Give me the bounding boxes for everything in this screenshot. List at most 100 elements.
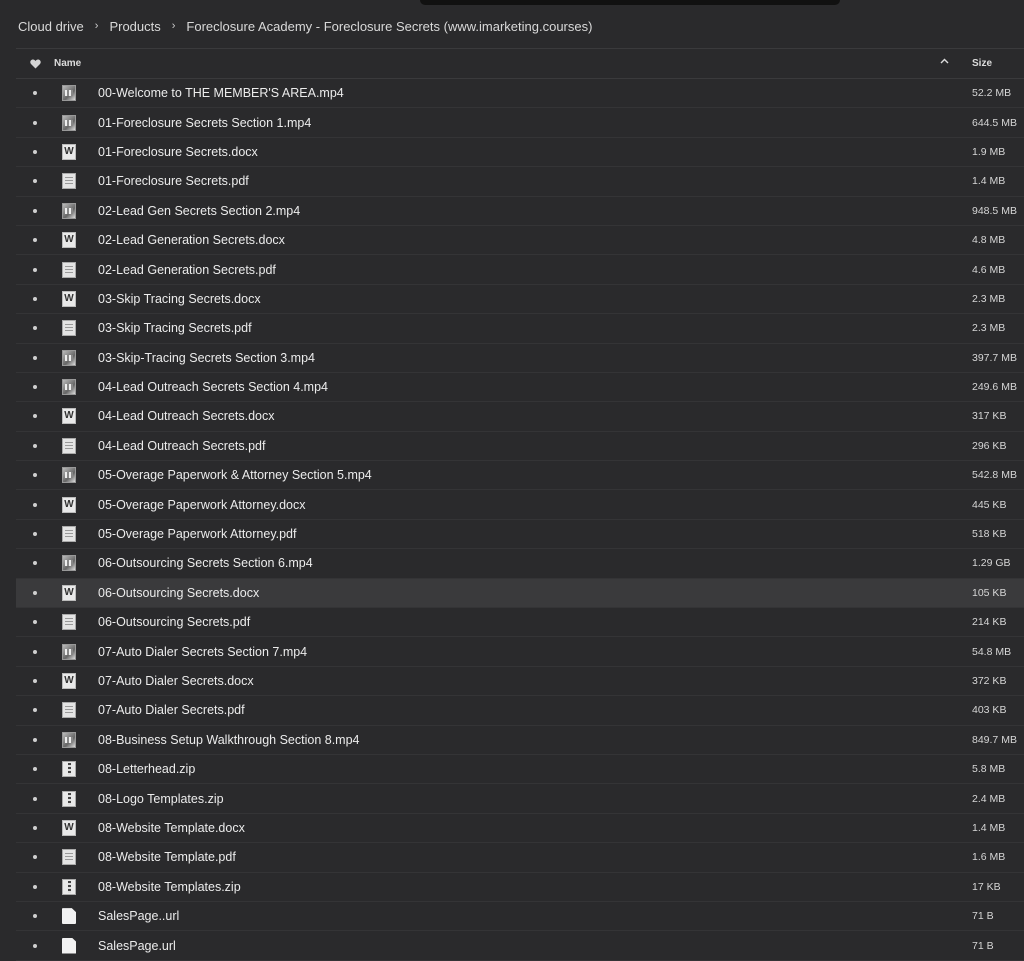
file-name[interactable]: SalesPage.url (84, 939, 972, 953)
file-name[interactable]: 04-Lead Outreach Secrets.pdf (84, 439, 972, 453)
favorite-toggle[interactable] (16, 590, 54, 595)
favorite-toggle[interactable] (16, 91, 54, 96)
name-column-header[interactable]: Name (54, 58, 972, 69)
favorite-toggle[interactable] (16, 385, 54, 390)
word-document-icon: W (62, 584, 76, 601)
file-row[interactable]: W 05-Overage Paperwork Attorney.docx 445 K… (16, 490, 1024, 520)
file-row[interactable]: 03-Skip-Tracing Secrets Section 3.mp4 397… (16, 344, 1024, 373)
favorite-toggle[interactable] (16, 238, 54, 243)
file-row[interactable]: 04-Lead Outreach Secrets Section 4.mp4 24… (16, 373, 1024, 403)
favorite-toggle[interactable] (16, 708, 54, 713)
file-name[interactable]: 04-Lead Outreach Secrets Section 4.mp4 (84, 380, 972, 394)
file-name[interactable]: 01-Foreclosure Secrets.docx (84, 145, 972, 159)
file-name[interactable]: 03-Skip-Tracing Secrets Section 3.mp4 (84, 351, 972, 365)
favorite-toggle[interactable] (16, 326, 54, 331)
file-name[interactable]: 02-Lead Generation Secrets.docx (84, 233, 972, 247)
file-name[interactable]: 03-Skip Tracing Secrets.pdf (84, 321, 972, 335)
favorite-toggle[interactable] (16, 208, 54, 213)
file-name[interactable]: 05-Overage Paperwork & Attorney Section … (84, 468, 972, 482)
file-name[interactable]: 08-Business Setup Walkthrough Section 8.… (84, 733, 972, 747)
file-name[interactable]: 00-Welcome to THE MEMBER'S AREA.mp4 (84, 86, 972, 100)
file-name[interactable]: 06-Outsourcing Secrets.pdf (84, 615, 972, 629)
file-row[interactable]: 00-Welcome to THE MEMBER'S AREA.mp4 52.2 … (16, 79, 1024, 109)
favorite-toggle[interactable] (16, 620, 54, 625)
favorite-toggle[interactable] (16, 914, 54, 919)
favorite-toggle[interactable] (16, 414, 54, 419)
favorite-toggle[interactable] (16, 679, 54, 683)
file-row[interactable]: 08-Website Templates.zip 17 KB (16, 873, 1024, 902)
file-row[interactable]: 07-Auto Dialer Secrets.pdf 403 KB (16, 696, 1024, 726)
file-row[interactable]: 03-Skip Tracing Secrets.pdf 2.3 MB (16, 314, 1024, 344)
favorite-toggle[interactable] (16, 796, 54, 801)
favorite-toggle[interactable] (16, 649, 54, 654)
sort-ascending-icon[interactable] (940, 58, 949, 64)
file-name[interactable]: 08-Website Template.pdf (84, 850, 972, 864)
file-name[interactable]: 02-Lead Generation Secrets.pdf (84, 263, 972, 277)
favorite-toggle[interactable] (16, 737, 54, 742)
file-name[interactable]: 08-Website Template.docx (84, 821, 972, 835)
file-name[interactable]: 05-Overage Paperwork Attorney.docx (84, 498, 972, 512)
favorite-toggle[interactable] (16, 943, 54, 948)
file-row[interactable]: W 08-Website Template.docx 1.4 MB (16, 814, 1024, 844)
file-name[interactable]: 08-Website Templates.zip (84, 880, 972, 894)
favorite-column-header[interactable] (16, 59, 54, 69)
breadcrumb-cloud-drive[interactable]: Cloud drive (18, 19, 84, 34)
breadcrumb-products[interactable]: Products (109, 19, 160, 34)
file-row[interactable]: 05-Overage Paperwork & Attorney Section … (16, 461, 1024, 491)
file-name[interactable]: 08-Letterhead.zip (84, 762, 972, 776)
file-name[interactable]: 06-Outsourcing Secrets.docx (84, 586, 972, 600)
favorite-toggle[interactable] (16, 179, 54, 184)
favorite-toggle[interactable] (16, 267, 54, 272)
file-name[interactable]: SalesPage..url (84, 909, 972, 923)
file-row[interactable]: 05-Overage Paperwork Attorney.pdf 518 KB (16, 520, 1024, 550)
file-name[interactable]: 01-Foreclosure Secrets.pdf (84, 174, 972, 188)
file-name[interactable]: 03-Skip Tracing Secrets.docx (84, 292, 972, 306)
favorite-toggle[interactable] (16, 120, 54, 125)
file-name[interactable]: 06-Outsourcing Secrets Section 6.mp4 (84, 556, 972, 570)
file-row[interactable]: 08-Logo Templates.zip 2.4 MB (16, 784, 1024, 814)
favorite-toggle[interactable] (16, 532, 54, 537)
file-name[interactable]: 02-Lead Gen Secrets Section 2.mp4 (84, 204, 972, 218)
favorite-toggle[interactable] (16, 561, 54, 566)
file-row[interactable]: 08-Business Setup Walkthrough Section 8.… (16, 726, 1024, 755)
file-name[interactable]: 05-Overage Paperwork Attorney.pdf (84, 527, 972, 541)
file-row[interactable]: SalesPage..url 71 B (16, 902, 1024, 932)
file-row[interactable]: 06-Outsourcing Secrets.pdf 214 KB (16, 608, 1024, 638)
file-name[interactable]: 07-Auto Dialer Secrets Section 7.mp4 (84, 645, 972, 659)
file-name[interactable]: 04-Lead Outreach Secrets.docx (84, 409, 972, 423)
file-row[interactable]: W 06-Outsourcing Secrets.docx 105 KB (16, 578, 1024, 609)
file-name[interactable]: 07-Auto Dialer Secrets.pdf (84, 703, 972, 717)
favorite-toggle[interactable] (16, 884, 54, 889)
file-row[interactable]: W 04-Lead Outreach Secrets.docx 317 KB (16, 402, 1024, 432)
file-row[interactable]: W 07-Auto Dialer Secrets.docx 372 KB (16, 667, 1024, 697)
file-name[interactable]: 08-Logo Templates.zip (84, 792, 972, 806)
file-name[interactable]: 07-Auto Dialer Secrets.docx (84, 674, 972, 688)
bullet-dot-icon (33, 91, 37, 96)
size-column-header[interactable]: Size (972, 58, 1024, 69)
file-row[interactable]: W 01-Foreclosure Secrets.docx 1.9 MB (16, 138, 1024, 168)
favorite-toggle[interactable] (16, 149, 54, 154)
favorite-toggle[interactable] (16, 825, 54, 830)
pdf-file-icon (62, 437, 76, 454)
favorite-toggle[interactable] (16, 355, 54, 360)
file-row[interactable]: 06-Outsourcing Secrets Section 6.mp4 1.29… (16, 549, 1024, 579)
favorite-toggle[interactable] (16, 855, 54, 860)
file-row[interactable]: 01-Foreclosure Secrets.pdf 1.4 MB (16, 167, 1024, 197)
file-row[interactable]: 08-Letterhead.zip 5.8 MB (16, 755, 1024, 785)
file-row[interactable]: 04-Lead Outreach Secrets.pdf 296 KB (16, 432, 1024, 462)
file-row[interactable]: W 03-Skip Tracing Secrets.docx 2.3 MB (16, 285, 1024, 315)
file-row[interactable]: 02-Lead Generation Secrets.pdf 4.6 MB (16, 255, 1024, 285)
file-row[interactable]: W 02-Lead Generation Secrets.docx 4.8 MB (16, 226, 1024, 256)
favorite-toggle[interactable] (16, 473, 54, 478)
favorite-toggle[interactable] (16, 296, 54, 301)
file-row[interactable]: 08-Website Template.pdf 1.6 MB (16, 843, 1024, 873)
file-name[interactable]: 01-Foreclosure Secrets Section 1.mp4 (84, 116, 972, 130)
favorite-toggle[interactable] (16, 767, 54, 772)
favorite-toggle[interactable] (16, 443, 54, 448)
file-row[interactable]: 01-Foreclosure Secrets Section 1.mp4 644.… (16, 108, 1024, 138)
favorite-toggle[interactable] (16, 502, 54, 507)
breadcrumb-current-folder[interactable]: Foreclosure Academy - Foreclosure Secret… (186, 19, 592, 34)
file-row[interactable]: 02-Lead Gen Secrets Section 2.mp4 948.5 M… (16, 197, 1024, 226)
file-row[interactable]: 07-Auto Dialer Secrets Section 7.mp4 54.8… (16, 637, 1024, 667)
file-row[interactable]: SalesPage.url 71 B (16, 931, 1024, 961)
